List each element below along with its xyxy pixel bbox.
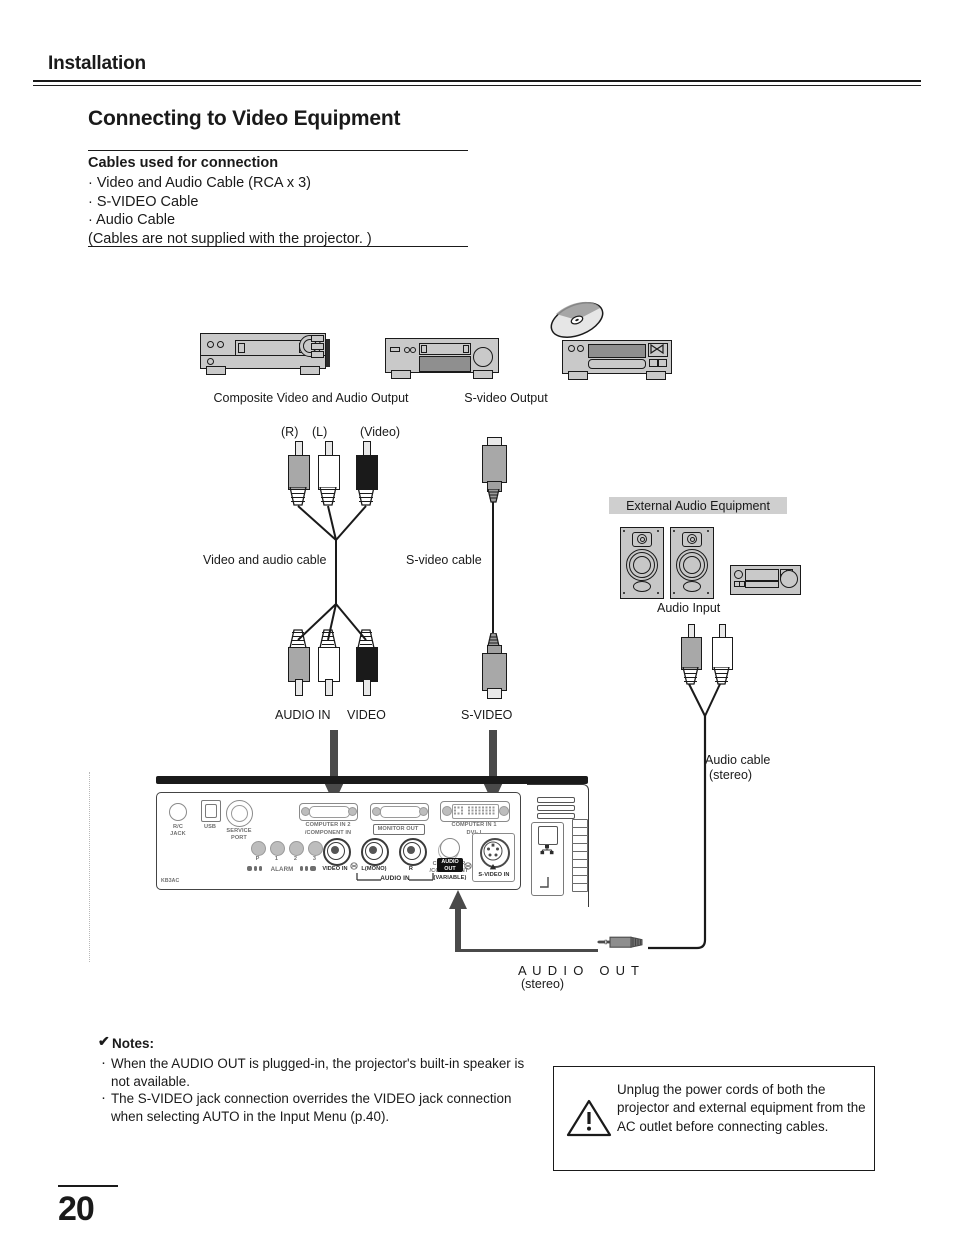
network-icon xyxy=(540,845,554,855)
cables-rule-top xyxy=(88,150,468,151)
footer-rule xyxy=(58,1185,118,1187)
audio-cable-path xyxy=(648,683,721,950)
plug-label-right: (R) xyxy=(281,425,299,439)
usb-port-inner xyxy=(205,804,217,818)
computer-in-2-label: COMPUTER IN 2 /COMPONENT IN xyxy=(304,822,352,836)
kensington-icon xyxy=(540,877,549,888)
manual-page: Installation Connecting to Video Equipme… xyxy=(0,0,954,1235)
monitor-out-port-inner xyxy=(380,806,421,818)
up-marker-icon xyxy=(489,864,497,870)
audio-cable-label-line1: Audio cable xyxy=(705,753,771,767)
audio-out-label-line2: (stereo) xyxy=(521,977,565,991)
dsub-screw xyxy=(372,807,381,816)
audio-out-jack xyxy=(440,838,460,858)
alarm-digit: 2 xyxy=(293,856,298,862)
caution-text: Unplug the power cords of both the proje… xyxy=(617,1082,866,1134)
vent-slot xyxy=(537,797,575,803)
video-in-jack-core xyxy=(331,846,339,854)
dsub-screw xyxy=(499,806,509,816)
alarm-tick xyxy=(247,866,252,871)
bowtie-icon xyxy=(650,343,664,355)
alarm-indicator-p xyxy=(251,841,266,856)
disc-icon xyxy=(550,301,604,338)
monitor-out-label: MONITOR OUT xyxy=(377,826,419,832)
note-item: When the AUDIO OUT is plugged-in, the pr… xyxy=(100,1054,530,1090)
audio-in-plug-label: AUDIO IN xyxy=(275,708,331,722)
external-audio-banner: External Audio Equipment xyxy=(609,497,787,514)
alarm-tick xyxy=(259,866,262,871)
alarm-indicator-1 xyxy=(270,841,285,856)
panel-code: KB3AC xyxy=(161,878,180,884)
vent-grid-cell xyxy=(572,883,588,892)
dsub-screw xyxy=(301,807,310,816)
cables-list-item: · Video and Audio Cable (RCA x 3) xyxy=(88,175,312,191)
video-in-label: VIDEO IN xyxy=(322,866,348,872)
header-rule-thin xyxy=(33,85,921,86)
projector-top-edge xyxy=(156,776,588,784)
cables-list-item: · S-VIDEO Cable xyxy=(88,193,199,210)
dsub-screw xyxy=(442,806,452,816)
page-number: 20 xyxy=(58,1190,95,1228)
alarm-indicator-2 xyxy=(289,841,304,856)
alarm-indicator-3 xyxy=(308,841,323,856)
dsub-screw xyxy=(348,807,357,816)
s-video-in-label: S-VIDEO IN xyxy=(478,872,510,878)
audio-out-label-line1: A U D I O O U T xyxy=(518,963,641,978)
audio-out-variable-label: (VARIABLE) xyxy=(433,875,467,881)
svideo-cable-label: S-video cable xyxy=(406,553,482,567)
cables-list-item: · Audio Cable xyxy=(88,212,176,229)
plug-label-video: (Video) xyxy=(360,425,401,439)
video-audio-cable-label: Video and audio cable xyxy=(203,553,327,567)
alarm-digit: P xyxy=(255,856,260,862)
ground-icon xyxy=(464,862,472,870)
s-video-pins-icon xyxy=(483,841,503,861)
notes-title: Notes: xyxy=(112,1036,155,1051)
alarm-tick xyxy=(310,866,316,871)
rc-jack-port xyxy=(169,803,187,821)
note-item: The S-VIDEO jack connection overrides th… xyxy=(100,1089,530,1125)
svideo-source-label: S-video Output xyxy=(464,391,548,405)
alarm-tick xyxy=(300,866,303,871)
service-port-inner xyxy=(231,805,248,822)
audio-in-l-jack-core xyxy=(369,846,377,854)
audio-out-panel-label: AUDIO OUT xyxy=(441,859,459,872)
vent-slot xyxy=(537,813,575,819)
running-head: Installation xyxy=(48,53,146,74)
plug-label-left: (L) xyxy=(312,425,328,439)
video-plug-label: VIDEO xyxy=(347,708,386,722)
cables-list: · Video and Audio Cable (RCA x 3) · S-VI… xyxy=(88,174,372,248)
alarm-tick xyxy=(254,866,257,871)
dvi-pins-icon xyxy=(454,806,495,815)
audio-cable-label-line2: (stereo) xyxy=(709,768,753,782)
vent-slot xyxy=(537,805,575,811)
audio-in-r-jack-core xyxy=(407,846,415,854)
cables-heading: Cables used for connection xyxy=(88,155,279,171)
alarm-digit: 3 xyxy=(312,856,317,862)
alarm-digit: 1 xyxy=(274,856,279,862)
audio-in-group-label: AUDIO IN xyxy=(380,875,410,882)
alarm-tick xyxy=(305,866,308,871)
check-icon: ✔ xyxy=(98,1033,110,1049)
service-port-label: SERVICE PORT xyxy=(226,828,252,841)
lan-port xyxy=(538,826,558,845)
section-title: Connecting to Video Equipment xyxy=(88,107,401,130)
computer-in-2-port-inner xyxy=(309,806,350,818)
warning-triangle-icon xyxy=(566,1099,612,1137)
crop-guide-line xyxy=(89,772,90,962)
dsub-screw xyxy=(419,807,428,816)
notes-list: When the AUDIO OUT is plugged-in, the pr… xyxy=(100,1054,530,1125)
cables-rule-bottom xyxy=(88,246,468,247)
svideo-plug-label: S-VIDEO xyxy=(461,708,513,722)
alarm-label: ALARM xyxy=(270,866,294,873)
header-rule-thick xyxy=(33,80,921,82)
audio-input-label: Audio Input xyxy=(657,601,721,615)
